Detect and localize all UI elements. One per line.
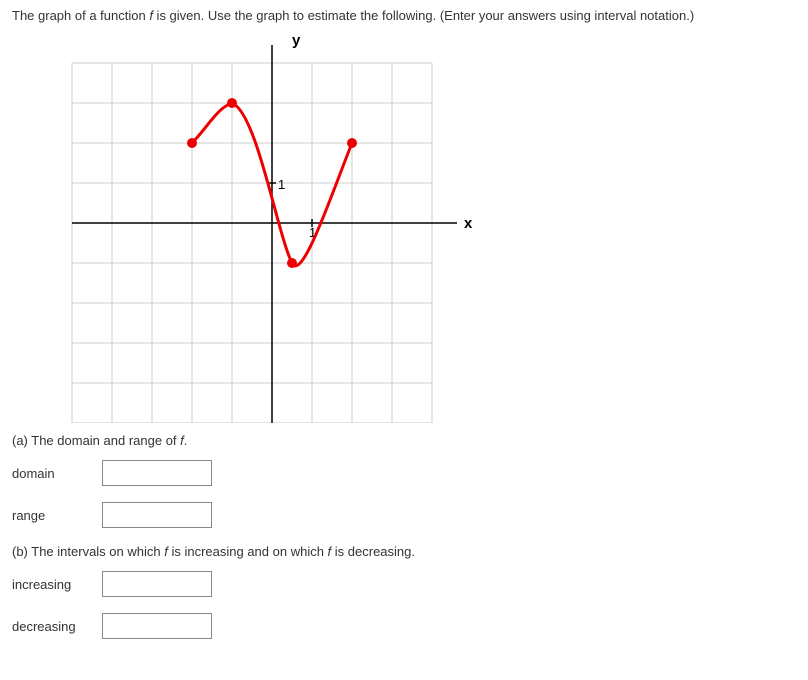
domain-input[interactable] [102, 460, 212, 486]
question-prompt: The graph of a function f is given. Use … [12, 8, 796, 23]
domain-row: domain [12, 460, 796, 486]
range-input[interactable] [102, 502, 212, 528]
endpoint-right [347, 138, 357, 148]
y-tick-1: 1 [278, 177, 285, 192]
question-b: (b) The intervals on which f is increasi… [12, 544, 796, 639]
prompt-text-1: The graph of a function [12, 8, 149, 23]
qb-t2: is increasing and on which [168, 544, 328, 559]
graph-container: 1 1 y x [62, 33, 796, 423]
question-a-text: (a) The domain and range of f. [12, 433, 796, 448]
increasing-label: increasing [12, 577, 102, 592]
local-max-point [227, 98, 237, 108]
question-a: (a) The domain and range of f. domain ra… [12, 433, 796, 528]
increasing-row: increasing [12, 571, 796, 597]
decreasing-row: decreasing [12, 613, 796, 639]
qb-t1: (b) The intervals on which [12, 544, 164, 559]
range-label: range [12, 508, 102, 523]
decreasing-input[interactable] [102, 613, 212, 639]
decreasing-label: decreasing [12, 619, 102, 634]
question-b-text: (b) The intervals on which f is increasi… [12, 544, 796, 559]
y-axis-label: y [292, 33, 301, 49]
prompt-text-2: is given. Use the graph to estimate the … [153, 8, 694, 23]
range-row: range [12, 502, 796, 528]
x-axis-label: x [464, 215, 473, 232]
increasing-input[interactable] [102, 571, 212, 597]
qa-prefix: (a) The domain and range of [12, 433, 180, 448]
questions-section: (a) The domain and range of f. domain ra… [12, 433, 796, 639]
domain-label: domain [12, 466, 102, 481]
local-min-point [287, 258, 297, 268]
qb-t3: is decreasing. [331, 544, 415, 559]
qa-suffix: . [184, 433, 188, 448]
function-graph: 1 1 y x [62, 33, 502, 423]
endpoint-left [187, 138, 197, 148]
